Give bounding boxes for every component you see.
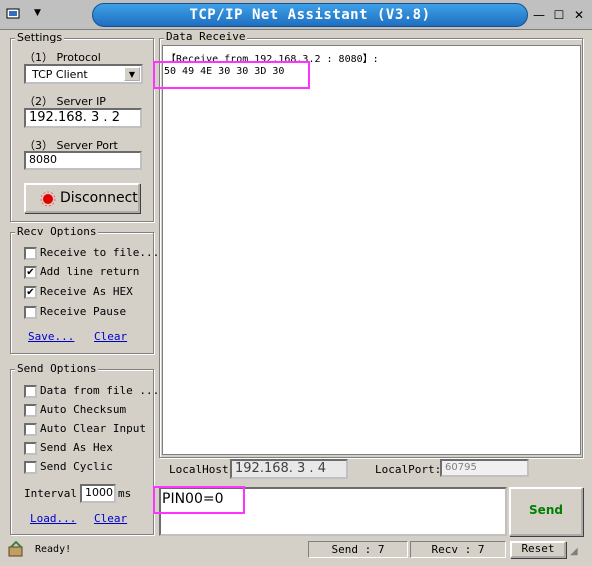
send-clear-link[interactable]: Clear	[94, 512, 127, 525]
local-port-label: LocalPort:	[375, 463, 442, 476]
auto-checksum-checkbox[interactable]	[24, 404, 37, 417]
reset-button[interactable]: Reset	[510, 541, 566, 558]
interval-label: Interval	[24, 487, 77, 500]
local-host-input: 192.168. 3 . 4	[230, 459, 348, 479]
size-grip-icon[interactable]: ◢	[570, 546, 586, 560]
save-link[interactable]: Save...	[28, 330, 74, 343]
send-counter: Send : 7	[308, 541, 408, 558]
interval-unit: ms	[118, 487, 132, 500]
app-menu-icon[interactable]	[6, 7, 22, 21]
server-port-input[interactable]: 8080	[24, 151, 142, 170]
auto-clear-input-checkbox[interactable]	[24, 423, 37, 436]
server-ip-input[interactable]: 192.168. 3 . 2	[24, 108, 142, 128]
status-tool-icon	[6, 540, 26, 559]
auto-clear-input-label: Auto Clear Input	[40, 422, 146, 435]
send-cyclic-checkbox[interactable]	[24, 461, 37, 474]
load-link[interactable]: Load...	[30, 512, 76, 525]
status-text: Ready!	[35, 544, 72, 555]
disconnect-button[interactable]: Disconnect	[24, 183, 140, 213]
send-button[interactable]: Send	[509, 487, 583, 536]
settings-group-label: Settings	[15, 31, 65, 44]
local-host-label: LocalHost:	[169, 463, 236, 476]
receive-as-hex-checkbox[interactable]: ✔	[24, 286, 37, 299]
connected-indicator-icon	[40, 191, 56, 207]
recv-counter: Recv : 7	[410, 541, 506, 558]
receive-to-file-label: Receive to file...	[40, 246, 160, 259]
chevron-down-icon[interactable]: ▼	[124, 67, 140, 81]
protocol-label: （1） Protocol	[24, 51, 101, 64]
receive-pause-checkbox[interactable]	[24, 306, 37, 319]
system-menu-chevron-icon[interactable]: ▼	[34, 8, 41, 18]
close-icon[interactable]: ✕	[570, 6, 588, 24]
interval-input[interactable]: 1000	[80, 484, 116, 503]
receive-display-area[interactable]	[162, 45, 581, 455]
receive-pause-label: Receive Pause	[40, 305, 127, 318]
receive-as-hex-label: Receive As HEX	[40, 285, 133, 298]
send-input-highlight	[153, 486, 245, 514]
add-line-return-label: Add line return	[40, 265, 140, 278]
local-port-input: 60795	[440, 459, 529, 477]
disconnect-label: Disconnect	[60, 190, 138, 206]
recv-clear-link[interactable]: Clear	[94, 330, 127, 343]
maximize-icon[interactable]: ☐	[550, 6, 568, 24]
window-title: TCP/IP Net Assistant (V3.8)	[189, 7, 431, 23]
send-as-hex-checkbox[interactable]	[24, 442, 37, 455]
server-ip-label: （2） Server IP	[24, 95, 106, 108]
received-data-highlight	[153, 61, 310, 89]
data-from-file-label: Data from file ...	[40, 384, 160, 397]
data-from-file-checkbox[interactable]	[24, 385, 37, 398]
protocol-select[interactable]: TCP Client ▼	[24, 64, 143, 84]
data-receive-label: Data Receive	[164, 30, 248, 43]
send-options-label: Send Options	[15, 362, 99, 375]
protocol-value: TCP Client	[32, 68, 88, 81]
send-cyclic-label: Send Cyclic	[40, 460, 113, 473]
send-as-hex-label: Send As Hex	[40, 441, 113, 454]
minimize-icon[interactable]: —	[530, 6, 548, 24]
receive-to-file-checkbox[interactable]	[24, 247, 37, 260]
recv-options-label: Recv Options	[15, 225, 99, 238]
auto-checksum-label: Auto Checksum	[40, 403, 127, 416]
add-line-return-checkbox[interactable]: ✔	[24, 266, 37, 279]
